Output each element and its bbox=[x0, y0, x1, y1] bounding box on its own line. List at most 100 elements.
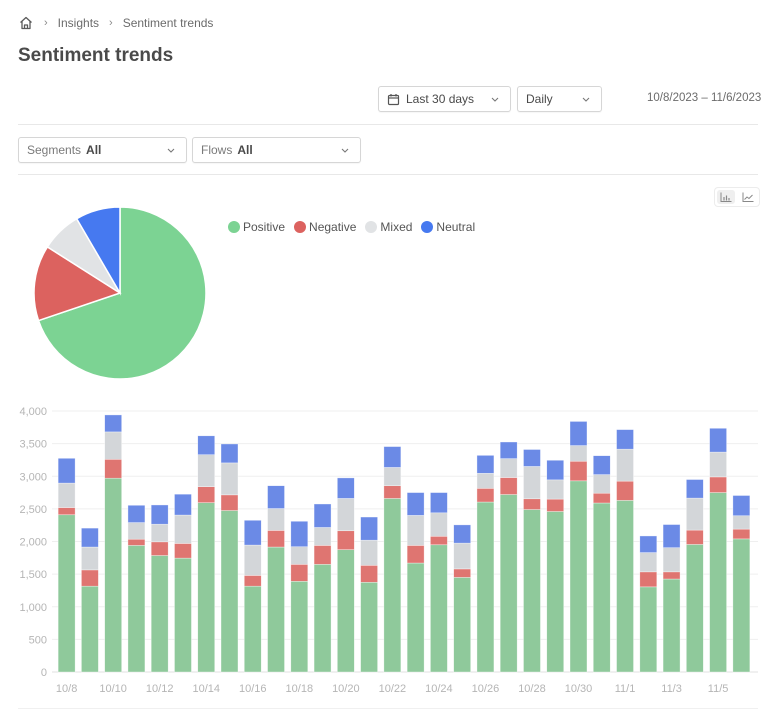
bar-segment-mixed[interactable] bbox=[686, 497, 704, 531]
bar-segment-negative[interactable] bbox=[290, 564, 309, 582]
bar-stack-11-3[interactable] bbox=[662, 524, 681, 673]
bar-segment-neutral[interactable] bbox=[220, 443, 239, 464]
bar-segment-neutral[interactable] bbox=[430, 492, 448, 514]
bar-segment-negative[interactable] bbox=[150, 541, 169, 556]
bar-segment-mixed[interactable] bbox=[150, 523, 169, 543]
bar-segment-positive[interactable] bbox=[197, 502, 216, 673]
bar-segment-positive[interactable] bbox=[267, 546, 285, 673]
bar-segment-neutral[interactable] bbox=[360, 516, 378, 541]
bar-segment-positive[interactable] bbox=[453, 577, 471, 673]
bar-stack-10-26[interactable] bbox=[476, 455, 495, 673]
bar-segment-positive[interactable] bbox=[476, 501, 495, 673]
bar-segment-neutral[interactable] bbox=[709, 427, 727, 453]
bar-segment-mixed[interactable] bbox=[127, 522, 146, 540]
bar-stack-10-11[interactable] bbox=[127, 504, 146, 673]
bar-chart-view-button[interactable] bbox=[717, 190, 735, 204]
bar-segment-negative[interactable] bbox=[569, 460, 588, 482]
bar-segment-negative[interactable] bbox=[267, 530, 285, 548]
home-icon[interactable] bbox=[18, 15, 34, 31]
bar-segment-negative[interactable] bbox=[243, 575, 262, 587]
bar-stack-10-16[interactable] bbox=[243, 519, 262, 673]
bar-segment-negative[interactable] bbox=[616, 480, 634, 501]
bar-segment-neutral[interactable] bbox=[104, 414, 122, 433]
bar-segment-negative[interactable] bbox=[220, 494, 239, 511]
bar-stack-10-17[interactable] bbox=[267, 485, 285, 673]
bar-segment-neutral[interactable] bbox=[453, 524, 471, 544]
bar-segment-negative[interactable] bbox=[337, 530, 355, 550]
bar-segment-negative[interactable] bbox=[639, 571, 658, 588]
bar-segment-neutral[interactable] bbox=[267, 485, 285, 509]
bar-segment-neutral[interactable] bbox=[243, 519, 262, 546]
bar-stack-10-22[interactable] bbox=[383, 446, 402, 673]
legend-item-positive[interactable]: Positive bbox=[228, 220, 285, 234]
bar-segment-positive[interactable] bbox=[290, 581, 309, 673]
bar-stack-10-21[interactable] bbox=[360, 516, 378, 673]
bar-segment-mixed[interactable] bbox=[174, 514, 192, 544]
bar-stack-11-5[interactable] bbox=[709, 427, 727, 673]
bar-segment-positive[interactable] bbox=[243, 585, 262, 673]
bar-stack-10-18[interactable] bbox=[290, 520, 309, 673]
bar-stack-11-1[interactable] bbox=[616, 429, 634, 673]
bar-segment-mixed[interactable] bbox=[81, 546, 99, 571]
bar-segment-mixed[interactable] bbox=[523, 466, 541, 500]
bar-stack-10-25[interactable] bbox=[453, 524, 471, 673]
bar-stack-10-27[interactable] bbox=[499, 441, 518, 673]
bar-segment-negative[interactable] bbox=[57, 507, 76, 516]
bar-segment-mixed[interactable] bbox=[732, 515, 751, 530]
bar-segment-neutral[interactable] bbox=[406, 492, 425, 516]
bar-segment-positive[interactable] bbox=[662, 578, 681, 673]
bar-stack-10-14[interactable] bbox=[197, 435, 216, 673]
bar-segment-mixed[interactable] bbox=[569, 445, 588, 462]
bar-segment-neutral[interactable] bbox=[662, 524, 681, 548]
bar-segment-neutral[interactable] bbox=[57, 458, 76, 484]
bar-segment-positive[interactable] bbox=[337, 549, 355, 673]
legend-item-mixed[interactable]: Mixed bbox=[365, 220, 412, 234]
bar-segment-positive[interactable] bbox=[686, 544, 704, 673]
line-chart-view-button[interactable] bbox=[739, 190, 757, 204]
bar-segment-positive[interactable] bbox=[220, 510, 239, 673]
bar-segment-neutral[interactable] bbox=[81, 527, 99, 548]
bar-segment-negative[interactable] bbox=[732, 528, 751, 540]
bar-stack-10-20[interactable] bbox=[337, 477, 355, 673]
date-range-dropdown[interactable]: Last 30 days bbox=[378, 86, 511, 112]
bar-segment-neutral[interactable] bbox=[686, 479, 704, 499]
bar-segment-negative[interactable] bbox=[453, 568, 471, 578]
bar-segment-mixed[interactable] bbox=[197, 454, 216, 487]
bar-segment-mixed[interactable] bbox=[360, 539, 378, 566]
bar-stack-10-29[interactable] bbox=[546, 459, 565, 673]
bar-segment-negative[interactable] bbox=[81, 569, 99, 587]
bar-segment-neutral[interactable] bbox=[197, 435, 216, 456]
bar-stack-11-6[interactable] bbox=[732, 495, 751, 673]
bar-segment-neutral[interactable] bbox=[127, 504, 146, 523]
bar-stack-11-4[interactable] bbox=[686, 479, 704, 673]
bar-segment-neutral[interactable] bbox=[732, 495, 751, 517]
bar-segment-neutral[interactable] bbox=[383, 446, 402, 468]
bar-segment-neutral[interactable] bbox=[592, 455, 611, 475]
bar-segment-negative[interactable] bbox=[197, 486, 216, 503]
bar-segment-positive[interactable] bbox=[360, 581, 378, 673]
bar-segment-positive[interactable] bbox=[639, 586, 658, 673]
bar-segment-neutral[interactable] bbox=[313, 503, 332, 528]
bar-segment-mixed[interactable] bbox=[220, 462, 239, 496]
bar-segment-negative[interactable] bbox=[174, 543, 192, 559]
bar-segment-positive[interactable] bbox=[150, 555, 169, 673]
bar-segment-negative[interactable] bbox=[476, 488, 495, 503]
bar-segment-mixed[interactable] bbox=[313, 527, 332, 546]
bar-segment-neutral[interactable] bbox=[639, 535, 658, 553]
bar-segment-mixed[interactable] bbox=[639, 552, 658, 573]
bar-segment-positive[interactable] bbox=[523, 509, 541, 673]
bar-segment-neutral[interactable] bbox=[476, 455, 495, 474]
bar-segment-positive[interactable] bbox=[732, 538, 751, 673]
bar-segment-positive[interactable] bbox=[383, 498, 402, 673]
bar-segment-mixed[interactable] bbox=[546, 479, 565, 500]
bar-segment-neutral[interactable] bbox=[174, 493, 192, 516]
bar-stack-10-24[interactable] bbox=[430, 492, 448, 673]
bar-segment-mixed[interactable] bbox=[709, 451, 727, 478]
bar-segment-neutral[interactable] bbox=[150, 504, 169, 525]
bar-segment-negative[interactable] bbox=[104, 458, 122, 479]
bar-segment-neutral[interactable] bbox=[569, 421, 588, 446]
segments-filter-dropdown[interactable]: Segments All bbox=[18, 137, 187, 163]
bar-segment-positive[interactable] bbox=[430, 544, 448, 673]
bar-segment-positive[interactable] bbox=[57, 514, 76, 673]
bar-stack-10-12[interactable] bbox=[150, 504, 169, 673]
